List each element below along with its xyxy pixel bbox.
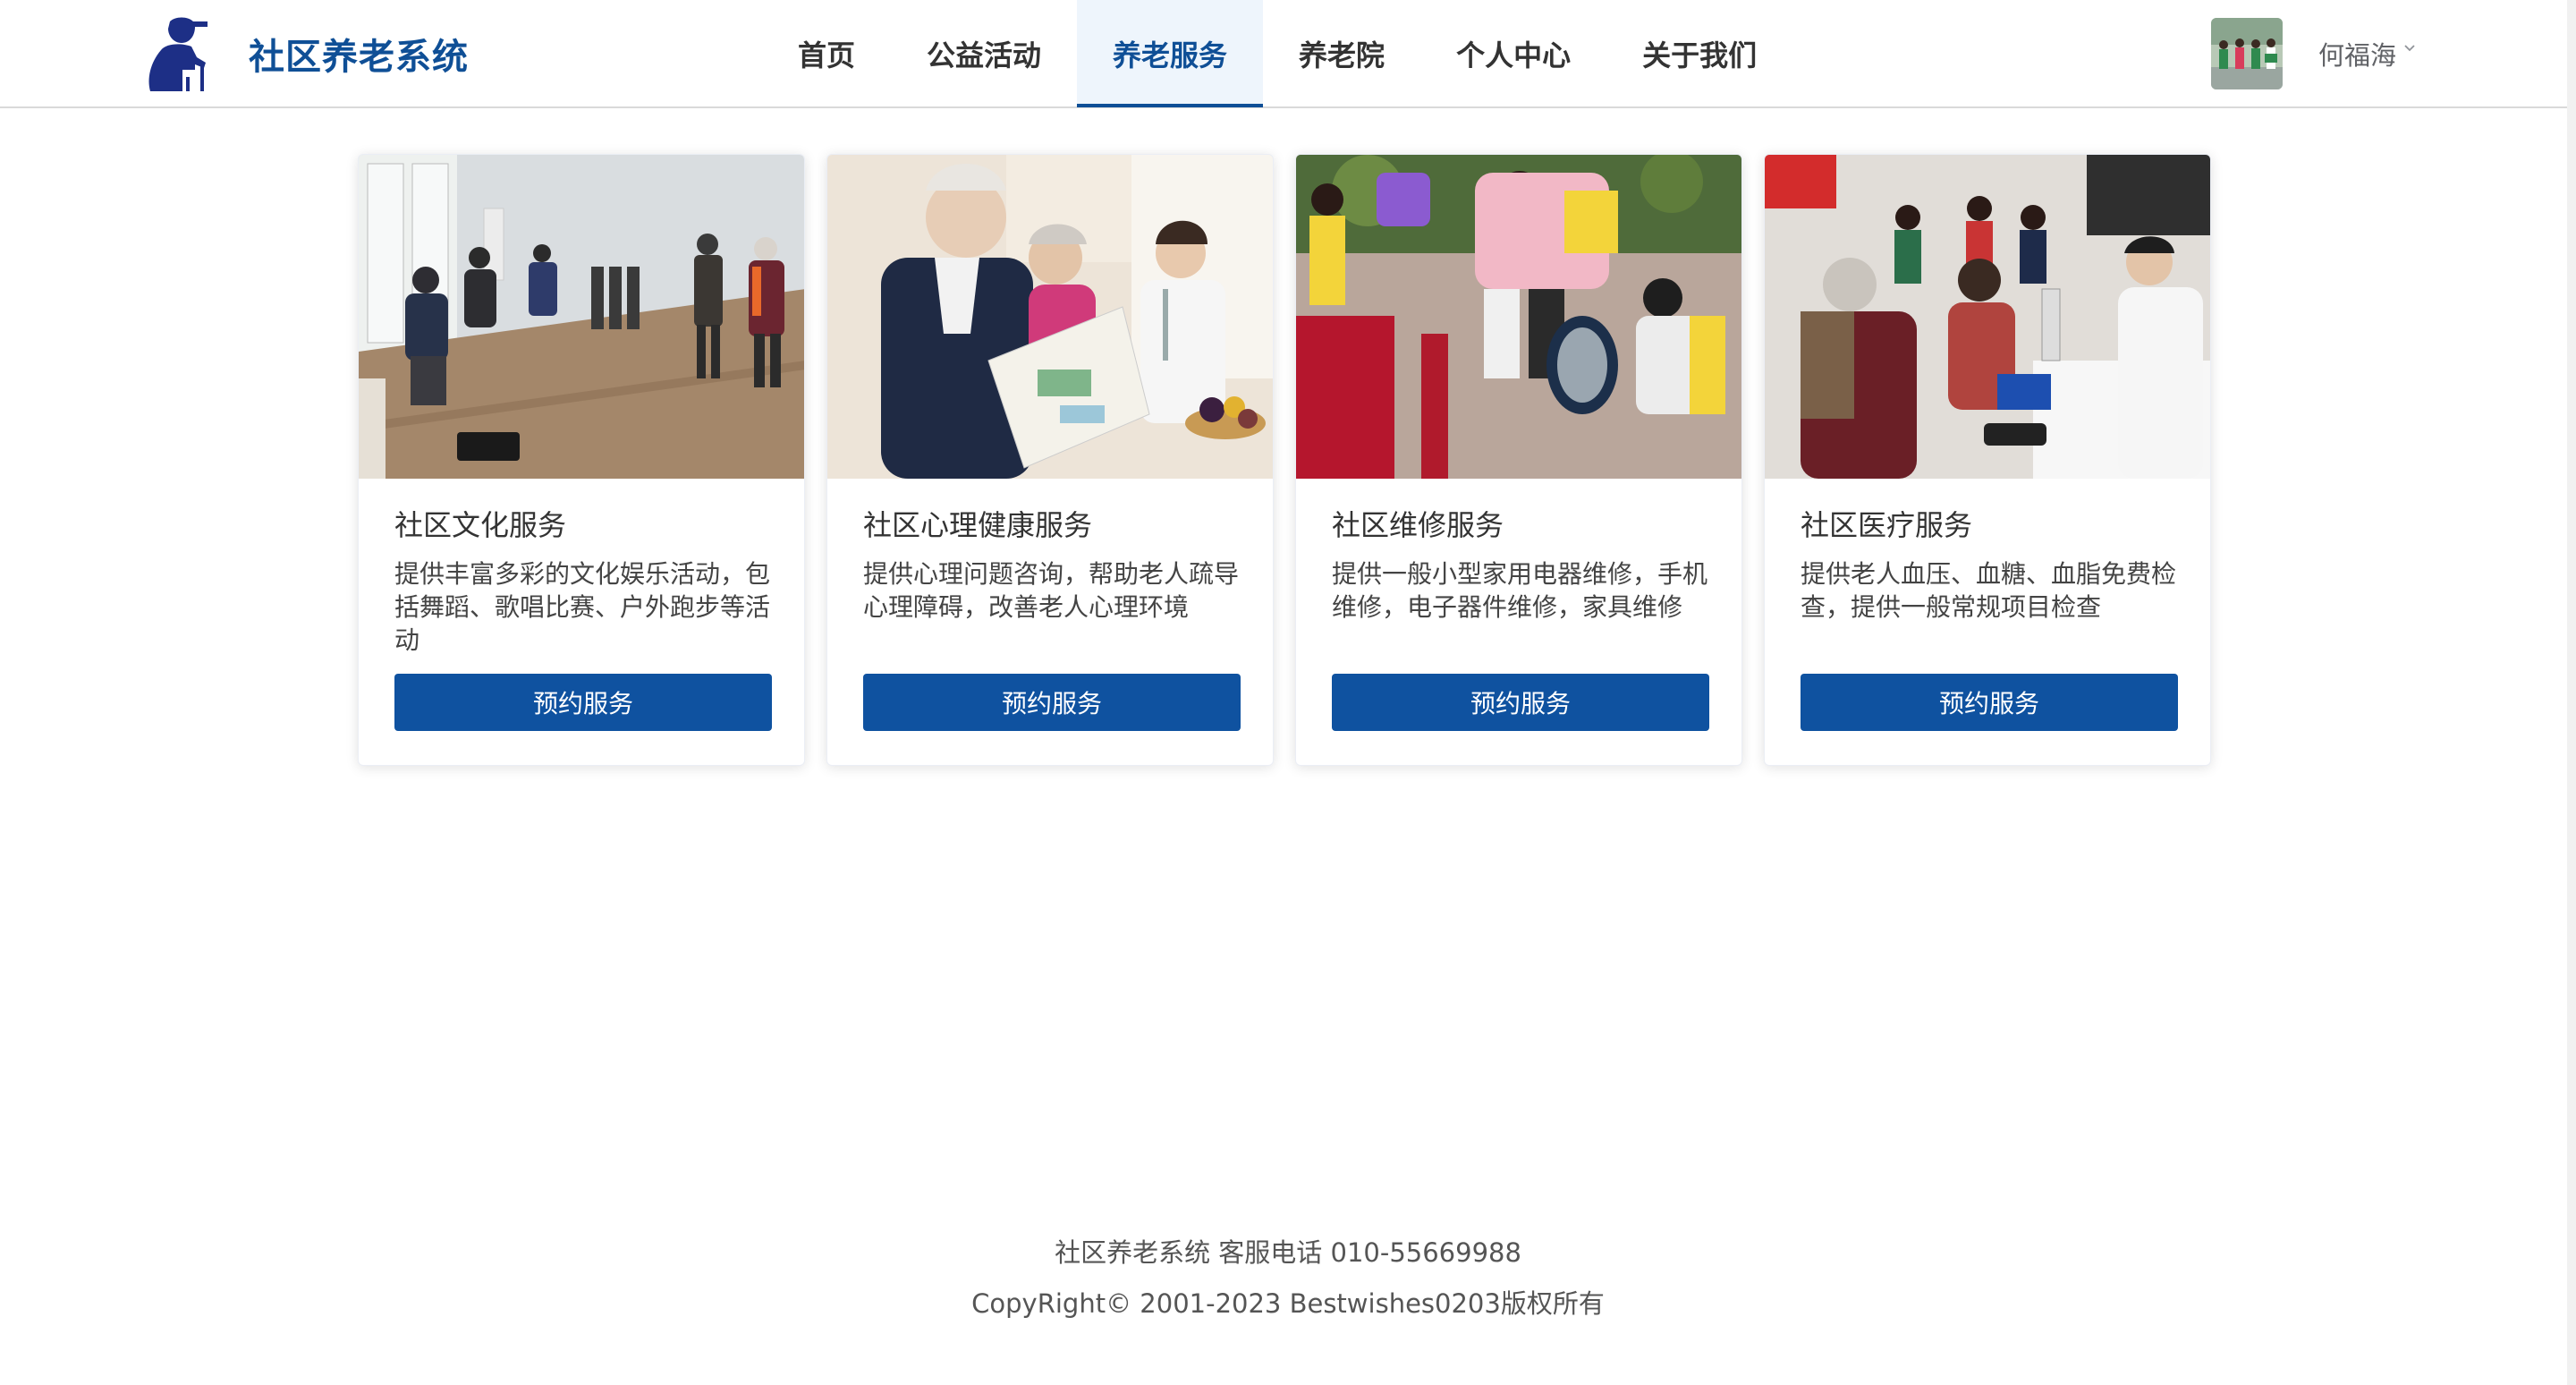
- brand-title: 社区养老系统: [249, 37, 469, 78]
- card-description: 提供丰富多彩的文化娱乐活动，包括舞蹈、歌唱比赛、户外跑步等活动: [394, 559, 771, 655]
- card-description: 提供心理问题咨询，帮助老人疏导心理障碍，改善老人心理环境: [863, 559, 1240, 622]
- service-card-repair: 社区维修服务 提供一般小型家用电器维修，手机维修，电子器件维修，家具维修 预约服…: [1295, 154, 1742, 766]
- nav-about-us[interactable]: 关于我们: [1606, 0, 1792, 106]
- medical-checkup-photo: [1765, 155, 2210, 479]
- service-card-culture: 社区文化服务 提供丰富多彩的文化娱乐活动，包括舞蹈、歌唱比赛、户外跑步等活动 预…: [358, 154, 805, 766]
- nav-home[interactable]: 首页: [762, 0, 891, 106]
- nav-elderly-services[interactable]: 养老服务: [1077, 0, 1264, 107]
- main-nav: 首页 公益活动 养老服务 养老院 个人中心 关于我们: [762, 0, 1792, 107]
- service-cards: 社区文化服务 提供丰富多彩的文化娱乐活动，包括舞蹈、歌唱比赛、户外跑步等活动 预…: [358, 154, 2213, 768]
- user-menu[interactable]: 何福海: [2211, 18, 2416, 89]
- nav-charity-activities[interactable]: 公益活动: [891, 0, 1077, 106]
- footer-copyright: CopyRight© 2001-2023 Bestwishes0203版权所有: [971, 1288, 1605, 1319]
- card-description: 提供一般小型家用电器维修，手机维修，电子器件维修，家具维修: [1332, 559, 1708, 622]
- top-navbar: 社区养老系统 首页 公益活动 养老服务 养老院 个人中心 关于我们 何福海: [0, 0, 2576, 108]
- brand[interactable]: 社区养老系统: [143, 16, 469, 91]
- book-service-button[interactable]: 预约服务: [863, 674, 1241, 731]
- card-title: 社区文化服务: [394, 508, 567, 542]
- scrollbar[interactable]: [2567, 0, 2576, 1385]
- card-body: 社区心理健康服务 提供心理问题咨询，帮助老人疏导心理障碍，改善老人心理环境: [863, 479, 1241, 658]
- card-description: 提供老人血压、血糖、血脂免费检查，提供一般常规项目检查: [1801, 559, 2177, 622]
- card-body: 社区医疗服务 提供老人血压、血糖、血脂免费检查，提供一般常规项目检查: [1801, 479, 2178, 658]
- user-name[interactable]: 何福海: [2318, 35, 2396, 72]
- counseling-photo: [827, 155, 1273, 479]
- footer-contact: 社区养老系统 客服电话 010-55669988: [1055, 1237, 1521, 1268]
- user-avatar[interactable]: [2211, 18, 2283, 89]
- book-service-button[interactable]: 预约服务: [1332, 674, 1709, 731]
- elderly-person-icon: [148, 17, 208, 91]
- service-card-mental-health: 社区心理健康服务 提供心理问题咨询，帮助老人疏导心理障碍，改善老人心理环境 预约…: [826, 154, 1274, 766]
- repair-photo: [1296, 155, 1741, 479]
- chevron-down-icon[interactable]: [2403, 42, 2416, 55]
- nav-personal-center[interactable]: 个人中心: [1420, 0, 1606, 106]
- nav-nursing-home[interactable]: 养老院: [1263, 0, 1420, 106]
- card-body: 社区文化服务 提供丰富多彩的文化娱乐活动，包括舞蹈、歌唱比赛、户外跑步等活动: [394, 479, 772, 658]
- footer: 社区养老系统 客服电话 010-55669988 CopyRight© 2001…: [0, 1228, 2576, 1330]
- service-card-medical: 社区医疗服务 提供老人血压、血糖、血脂免费检查，提供一般常规项目检查 预约服务: [1764, 154, 2211, 766]
- music-activity-photo: [359, 155, 804, 479]
- card-title: 社区心理健康服务: [863, 508, 1093, 542]
- book-service-button[interactable]: 预约服务: [1801, 674, 2178, 731]
- card-title: 社区维修服务: [1332, 508, 1504, 542]
- card-title: 社区医疗服务: [1801, 508, 1973, 542]
- card-body: 社区维修服务 提供一般小型家用电器维修，手机维修，电子器件维修，家具维修: [1332, 479, 1709, 658]
- book-service-button[interactable]: 预约服务: [394, 674, 772, 731]
